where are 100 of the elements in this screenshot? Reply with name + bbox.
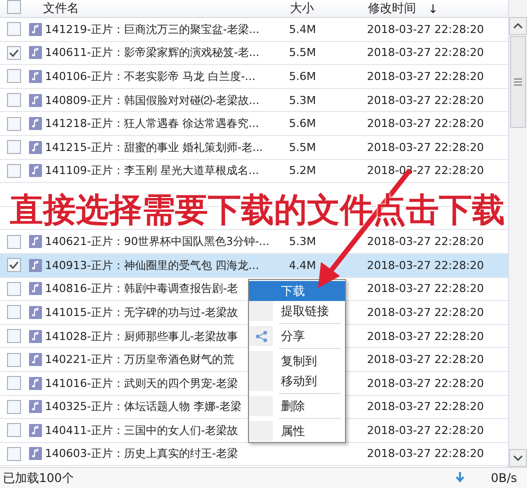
modified-time: 2018-03-27 22:28:20 bbox=[367, 424, 484, 437]
column-header[interactable]: 修改时间 bbox=[368, 0, 416, 17]
sort-indicator: ↓ bbox=[428, 2, 438, 16]
checkbox[interactable] bbox=[7, 22, 21, 36]
file-name: 141015-正片：无字碑的功与过-老梁故 bbox=[45, 306, 238, 319]
file-size: 5.5M bbox=[289, 140, 316, 154]
checkbox[interactable] bbox=[7, 93, 21, 108]
modified-time: 2018-03-27 22:28:20 bbox=[367, 46, 484, 60]
menu-item[interactable]: 复制到 bbox=[249, 351, 345, 371]
file-row[interactable]: 140611-正片：影帝梁家辉的演戏秘笈-老... 5.5M 2018-03-27 22:28:20 bbox=[0, 42, 508, 66]
music-file-icon bbox=[29, 94, 42, 107]
scroll-down-icon[interactable] bbox=[509, 449, 527, 467]
checkbox[interactable] bbox=[7, 305, 21, 320]
menu-item[interactable]: 移动到 bbox=[249, 371, 345, 391]
column-header[interactable]: 文件名 bbox=[43, 0, 290, 17]
modified-time: 2018-03-27 22:28:20 bbox=[367, 258, 484, 272]
checkbox[interactable] bbox=[7, 46, 21, 60]
modified-time: 2018-03-27 22:28:20 bbox=[367, 376, 484, 390]
file-size: 5.5M bbox=[289, 46, 316, 60]
menu-item[interactable]: 删除 bbox=[249, 396, 345, 416]
music-file-icon bbox=[29, 258, 42, 272]
file-name: 140611-正片：影帝梁家辉的演戏秘笈-老... bbox=[45, 46, 260, 60]
checkbox[interactable] bbox=[7, 446, 21, 461]
download-icon[interactable] bbox=[454, 472, 465, 484]
file-row[interactable]: 140106-正片：不老实影帝 马龙 白兰度-... 5.6M 2018-03-27 22:28:20 bbox=[0, 65, 508, 89]
file-size: 5.2M bbox=[289, 164, 316, 178]
file-row[interactable]: 140809-正片：韩国假脸对对碰⑵-老梁故... 5.3M 2018-03-27 22:28:20 bbox=[0, 88, 508, 112]
music-file-icon bbox=[29, 424, 42, 437]
file-name: 140816-正片：韩剧中毒调查报告剧-老 bbox=[45, 282, 238, 296]
scrollbar-thumb[interactable] bbox=[510, 36, 526, 128]
checkbox[interactable] bbox=[7, 164, 21, 178]
checkbox[interactable] bbox=[7, 376, 21, 390]
checkbox[interactable] bbox=[7, 116, 21, 131]
scroll-up-icon[interactable] bbox=[509, 17, 527, 35]
file-row[interactable]: 141218-正片：狂人常遇春 徐达常遇春究... 5.6M 2018-03-27 22:28:20 bbox=[0, 112, 508, 136]
modified-time: 2018-03-27 22:28:20 bbox=[367, 117, 484, 130]
checkbox[interactable] bbox=[7, 400, 21, 414]
file-size: 5.6M bbox=[289, 117, 316, 130]
file-size: 5.6M bbox=[289, 70, 316, 83]
checkbox[interactable] bbox=[7, 423, 21, 438]
checkbox[interactable] bbox=[7, 352, 21, 367]
file-name: 140913-正片：神仙圈里的受气包 四海龙... bbox=[45, 258, 259, 272]
file-size: 5.3M bbox=[289, 235, 316, 248]
file-size: 5.3M bbox=[289, 94, 316, 107]
file-name: 141016-正片：武则天的四个男宠-老梁 bbox=[45, 376, 238, 390]
modified-time: 2018-03-27 22:28:20 bbox=[367, 22, 484, 36]
column-header[interactable]: 大小 bbox=[290, 0, 368, 17]
file-name: 141219-正片：巨商沈万三的聚宝盆-老梁... bbox=[45, 22, 260, 36]
music-file-icon bbox=[29, 117, 42, 130]
file-name: 140621-正片：90世界杯中国队黑色3分钟-... bbox=[45, 235, 270, 248]
checkbox[interactable] bbox=[7, 258, 21, 272]
modified-time: 2018-03-27 22:28:20 bbox=[367, 235, 484, 248]
checkbox[interactable] bbox=[7, 234, 21, 249]
scrollbar[interactable] bbox=[508, 0, 527, 467]
music-file-icon bbox=[29, 70, 42, 83]
checkbox[interactable] bbox=[7, 282, 21, 296]
music-file-icon bbox=[29, 330, 42, 343]
share-icon bbox=[254, 330, 268, 342]
file-size: 4.4M bbox=[289, 258, 316, 272]
loaded-count: 已加载100个 bbox=[3, 470, 74, 486]
download-speed: 0B/s bbox=[490, 471, 517, 485]
file-name: 141218-正片：狂人常遇春 徐达常遇春究... bbox=[45, 117, 259, 130]
file-name: 140603-正片：历史上真实的纣王-老梁 bbox=[45, 447, 238, 460]
file-name: 140411-正片：三国中的女人们-老梁故 bbox=[45, 424, 238, 437]
modified-time: 2018-03-27 22:28:20 bbox=[367, 400, 484, 414]
music-file-icon bbox=[29, 376, 42, 390]
menu-item[interactable]: 下载 bbox=[249, 281, 345, 301]
music-file-icon bbox=[29, 353, 42, 366]
music-file-icon bbox=[29, 282, 42, 296]
checkbox[interactable] bbox=[7, 140, 21, 154]
modified-time: 2018-03-27 22:28:20 bbox=[367, 282, 484, 296]
file-row[interactable]: 141215-正片：甜蜜的事业 婚礼策划师-老... 5.5M 2018-03-27 22:28:20 bbox=[0, 136, 508, 160]
modified-time: 2018-03-27 22:28:20 bbox=[367, 447, 484, 460]
file-name: 140221-正片：万历皇帝酒色财气的荒 bbox=[45, 353, 234, 366]
file-size: 5.4M bbox=[289, 22, 316, 36]
select-all-checkbox[interactable] bbox=[7, 0, 21, 14]
menu-item[interactable]: 提取链接 bbox=[249, 301, 345, 321]
file-name: 140106-正片：不老实影帝 马龙 白兰度-... bbox=[45, 70, 256, 83]
music-file-icon bbox=[29, 140, 42, 154]
file-name: 141215-正片：甜蜜的事业 婚礼策划师-老... bbox=[45, 140, 263, 154]
checkbox[interactable] bbox=[7, 329, 21, 344]
file-row[interactable]: 140913-正片：神仙圈里的受气包 四海龙... 4.4M 2018-03-27 22:28:20 bbox=[0, 254, 508, 278]
menu-item[interactable]: 属性 bbox=[249, 421, 345, 441]
music-file-icon bbox=[29, 400, 42, 414]
music-file-icon bbox=[29, 447, 42, 460]
menu-item[interactable]: 分享 bbox=[249, 326, 345, 346]
file-name: 141109-正片：李玉刚 星光大道草根成名... bbox=[45, 164, 259, 178]
modified-time: 2018-03-27 22:28:20 bbox=[367, 140, 484, 154]
modified-time: 2018-03-27 22:28:20 bbox=[367, 306, 484, 319]
music-file-icon bbox=[29, 306, 42, 319]
file-name: 141028-正片：厨师那些事儿-老梁故事 bbox=[45, 330, 238, 343]
checkbox[interactable] bbox=[7, 69, 21, 84]
music-file-icon bbox=[29, 235, 42, 248]
file-row[interactable]: 141219-正片：巨商沈万三的聚宝盆-老梁... 5.4M 2018-03-27 22:28:20 bbox=[0, 18, 508, 42]
modified-time: 2018-03-27 22:28:20 bbox=[367, 353, 484, 366]
modified-time: 2018-03-27 22:28:20 bbox=[367, 70, 484, 83]
modified-time: 2018-03-27 22:28:20 bbox=[367, 94, 484, 107]
music-file-icon bbox=[29, 46, 42, 60]
music-file-icon bbox=[29, 164, 42, 178]
file-name: 140809-正片：韩国假脸对对碰⑵-老梁故... bbox=[45, 94, 260, 107]
